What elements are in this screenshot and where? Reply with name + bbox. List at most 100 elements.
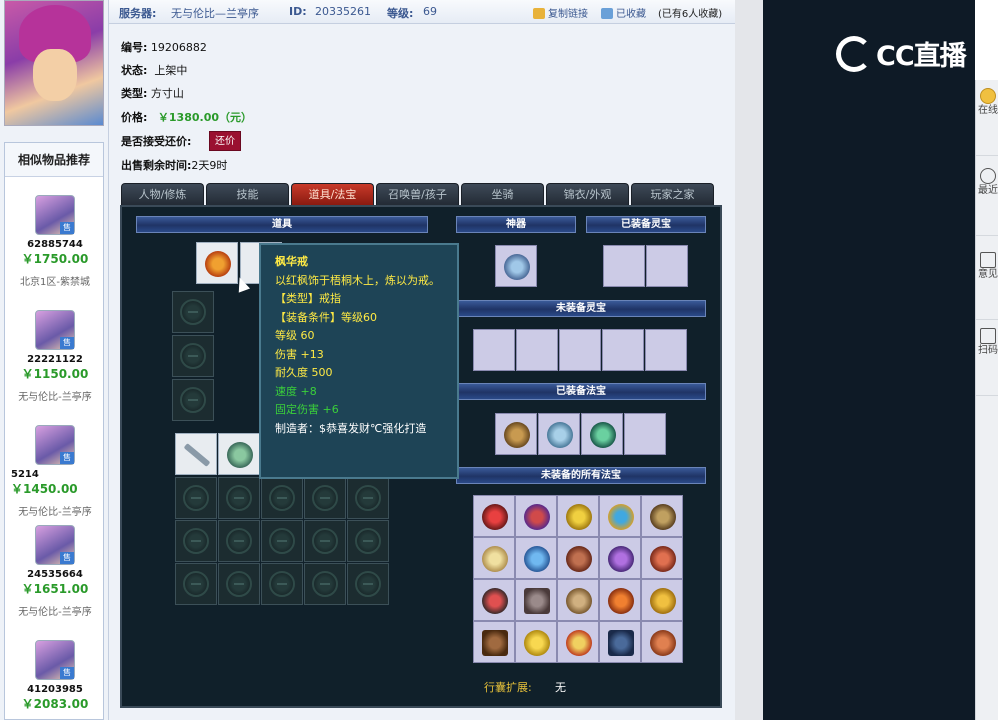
rail-feedback[interactable]: 意见反馈 [976, 244, 998, 320]
unequipped-lingbao-header: 未装备灵宝 [456, 300, 706, 317]
inventory-slot[interactable] [218, 563, 260, 605]
similar-item-server: 北京1区-紫禁城 [20, 277, 90, 288]
artifact-slot[interactable] [495, 245, 537, 287]
similar-item-avatar[interactable]: 售 [35, 425, 75, 465]
fabao-item[interactable] [557, 579, 599, 621]
similar-item-price: ￥2083.00 [21, 697, 89, 711]
tab-pets[interactable]: 召唤兽/孩子 [376, 183, 459, 205]
fabao-item[interactable] [641, 579, 683, 621]
similar-item-avatar[interactable]: 售 [35, 195, 75, 235]
fabao-item[interactable] [641, 495, 683, 537]
inventory-slot[interactable] [304, 520, 346, 562]
inventory-slot[interactable] [261, 520, 303, 562]
fabao-item[interactable] [515, 579, 557, 621]
fabao-item[interactable] [641, 621, 683, 663]
similar-item[interactable]: 售 5214 ￥1450.00 无与伦比-兰亭序 [5, 425, 105, 518]
main-content: 服务器: 无与伦比—兰亭序 ID: 20335261 等级: 69 复制链接 已… [108, 0, 736, 720]
empty-equip-slot[interactable] [172, 335, 214, 377]
equipped-lingbao-slot[interactable] [603, 245, 645, 287]
tab-items[interactable]: 道具/法宝 [291, 183, 374, 205]
inventory-slot[interactable] [218, 477, 260, 519]
similar-item-avatar[interactable]: 售 [35, 310, 75, 350]
collected-button[interactable]: 已收藏 [601, 5, 646, 20]
rail-online-sprite[interactable]: 在线精灵 [976, 80, 998, 156]
fabao-item[interactable] [515, 621, 557, 663]
orb-icon [608, 504, 634, 530]
similar-item[interactable]: 售 62885744 ￥1750.00 北京1区-紫禁城 [5, 195, 105, 288]
tab-bar: 人物/修炼 技能 道具/法宝 召唤兽/孩子 坐骑 锦衣/外观 玩家之家 [121, 183, 724, 205]
rail-recent[interactable]: 最近浏览 [976, 160, 998, 236]
tab-mounts[interactable]: 坐骑 [461, 183, 544, 205]
fabao-item[interactable] [599, 579, 641, 621]
tooltip-description: 以红枫饰于梧桐木上，炼以为戒。 [275, 273, 440, 287]
edit-icon [980, 252, 996, 268]
empty-equip-slot[interactable] [172, 379, 214, 421]
equipped-ring-slot[interactable] [196, 242, 238, 284]
fabao-item[interactable] [557, 495, 599, 537]
fabao-item[interactable] [641, 537, 683, 579]
tab-outfits[interactable]: 锦衣/外观 [546, 183, 629, 205]
copy-link-button[interactable]: 复制链接 [533, 5, 588, 20]
inventory-item-dragon[interactable] [218, 433, 260, 475]
fabao-item[interactable] [473, 495, 515, 537]
banner-icon [566, 630, 592, 656]
fabao-item[interactable] [557, 621, 599, 663]
inventory-slot[interactable] [175, 477, 217, 519]
inventory-slot[interactable] [261, 477, 303, 519]
lingbao-slot[interactable] [645, 329, 687, 371]
inventory-slot[interactable] [304, 477, 346, 519]
similar-item[interactable]: 售 24535664 ￥1651.00 无与伦比-兰亭序 [5, 525, 105, 618]
inventory-slot[interactable] [347, 520, 389, 562]
for-sale-badge: 售 [60, 552, 74, 564]
inventory-slot[interactable] [347, 563, 389, 605]
fabao-item[interactable] [599, 621, 641, 663]
inventory-item-sword[interactable] [175, 433, 217, 475]
similar-item-id: 24535664 [27, 569, 83, 580]
rail-label: 扫码下载 [978, 345, 998, 356]
similar-item[interactable]: 售 41203985 ￥2083.00 [5, 640, 105, 712]
tooltip-speed: 速度 +8 [275, 384, 317, 398]
tooltip-fixed-damage: 固定伤害 +6 [275, 403, 339, 416]
inventory-slot[interactable] [175, 520, 217, 562]
fabao-item[interactable] [473, 621, 515, 663]
empty-equip-slot[interactable] [172, 291, 214, 333]
items-header: 道具 [136, 216, 428, 233]
similar-items-panel: 相似物品推荐 售 62885744 ￥1750.00 北京1区-紫禁城 售 22… [4, 142, 104, 720]
similar-item[interactable]: 售 22221122 ￥1150.00 无与伦比-兰亭序 [5, 310, 105, 403]
fabao-item[interactable] [515, 537, 557, 579]
type-label: 类型: [121, 87, 148, 100]
lingbao-slot[interactable] [602, 329, 644, 371]
similar-item-price: ￥1450.00 [11, 482, 78, 496]
inventory-slot[interactable] [261, 563, 303, 605]
rail-label: 最近浏览 [978, 185, 998, 196]
lingbao-slot[interactable] [473, 329, 515, 371]
fabao-slot[interactable] [624, 413, 666, 455]
fabao-item[interactable] [473, 579, 515, 621]
inventory-slot[interactable] [304, 563, 346, 605]
lingbao-slot[interactable] [559, 329, 601, 371]
level-value: 69 [423, 5, 437, 18]
tab-character[interactable]: 人物/修炼 [121, 183, 204, 205]
similar-item-avatar[interactable]: 售 [35, 525, 75, 565]
lingbao-slot[interactable] [516, 329, 558, 371]
tab-home[interactable]: 玩家之家 [631, 183, 714, 205]
rail-download[interactable]: 扫码下载 [976, 320, 998, 396]
fabao-item[interactable] [515, 495, 557, 537]
fabao-item[interactable] [473, 537, 515, 579]
inventory-slot[interactable] [175, 563, 217, 605]
fabao-slot[interactable] [495, 413, 537, 455]
similar-item-avatar[interactable]: 售 [35, 640, 75, 680]
fabao-item[interactable] [557, 537, 599, 579]
price-row: 价格: ￥1380.00（元） [121, 109, 252, 125]
inventory-slot[interactable] [218, 520, 260, 562]
tab-skills[interactable]: 技能 [206, 183, 289, 205]
fabao-item[interactable] [599, 537, 641, 579]
inventory-slot[interactable] [347, 477, 389, 519]
equipped-lingbao-slot[interactable] [646, 245, 688, 287]
server-value: 无与伦比—兰亭序 [171, 7, 259, 20]
bell-icon [608, 588, 634, 614]
fabao-item[interactable] [599, 495, 641, 537]
fabao-slot[interactable] [538, 413, 580, 455]
counter-offer-button[interactable]: 还价 [209, 131, 241, 151]
fabao-slot[interactable] [581, 413, 623, 455]
